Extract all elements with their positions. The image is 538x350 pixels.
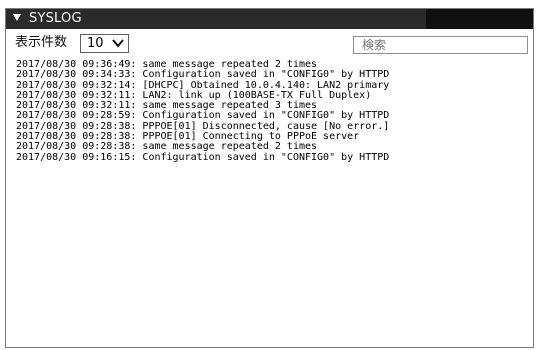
syslog-panel: SYSLOG 表示件数 10 2017/08/30 09:36:49: same… bbox=[5, 8, 534, 348]
panel-header[interactable]: SYSLOG bbox=[6, 9, 533, 29]
display-count-label: 表示件数 bbox=[15, 35, 68, 50]
panel-header-end bbox=[426, 9, 533, 29]
display-count-select[interactable]: 10 bbox=[80, 34, 129, 53]
collapse-arrow-icon[interactable] bbox=[13, 14, 21, 21]
log-line: 2017/08/30 09:16:15: Configuration saved… bbox=[16, 151, 390, 163]
search-input[interactable] bbox=[353, 36, 528, 54]
log-controls: 表示件数 10 bbox=[6, 31, 533, 55]
display-count-value: 10 bbox=[87, 36, 104, 51]
syslog-log[interactable]: 2017/08/30 09:36:49: same message repeat… bbox=[16, 60, 528, 340]
chevron-down-icon bbox=[112, 39, 124, 48]
panel-title: SYSLOG bbox=[29, 11, 82, 26]
